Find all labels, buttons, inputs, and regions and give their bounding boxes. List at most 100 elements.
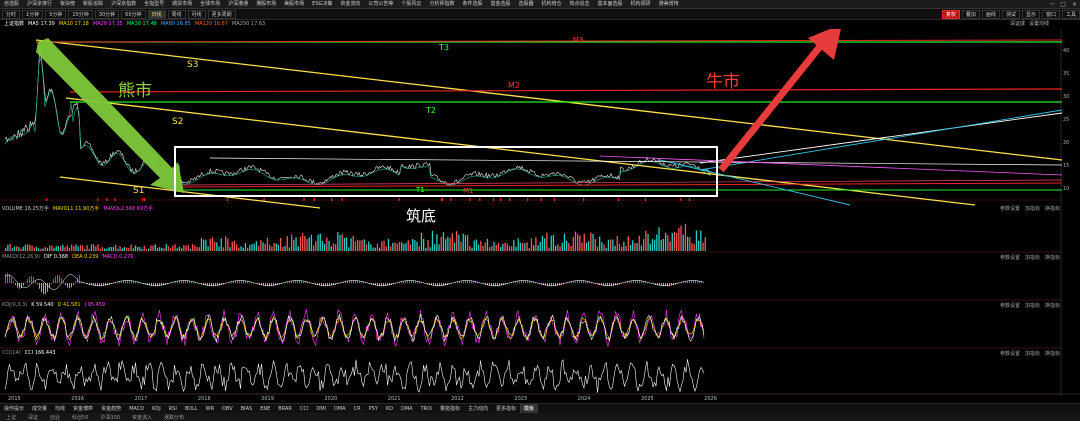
period-tab[interactable]: 月线 bbox=[187, 9, 206, 19]
indicator-tab[interactable]: PSY bbox=[365, 404, 382, 413]
indicator-tab[interactable]: 操作提示 bbox=[0, 404, 28, 413]
menu-item[interactable]: 个股风云 bbox=[397, 0, 425, 8]
indicator-tab[interactable]: TRIX bbox=[417, 404, 436, 413]
period-tab[interactable]: 日线 bbox=[147, 9, 166, 19]
indicator-tab[interactable]: 均线 bbox=[51, 404, 69, 413]
status-item[interactable]: 创业 bbox=[44, 414, 66, 421]
indicator-tab[interactable]: MACD bbox=[125, 404, 148, 413]
panel-button[interactable]: 换指标 bbox=[1045, 303, 1060, 309]
indicator-tab[interactable]: BRAR bbox=[274, 404, 296, 413]
period-tab[interactable]: 1分钟 bbox=[22, 9, 44, 19]
indicator-tab[interactable]: BOLL bbox=[181, 404, 202, 413]
menu-item[interactable]: 港股市场 bbox=[252, 0, 280, 8]
indicator-tab[interactable]: DMI bbox=[312, 404, 330, 413]
status-item[interactable]: 资金流入 bbox=[126, 414, 158, 421]
menu-item[interactable]: 公司公告等 bbox=[364, 0, 397, 8]
menu-item[interactable]: 条件选股 bbox=[458, 0, 486, 8]
period-tab[interactable]: 30分钟 bbox=[94, 9, 120, 19]
status-item[interactable]: 深证 bbox=[22, 414, 44, 421]
indicator-tab[interactable]: 资金趋势 bbox=[97, 404, 125, 413]
indicator-tab[interactable]: 资金博弈 bbox=[69, 404, 97, 413]
panel-button[interactable]: 参数设置 bbox=[1000, 351, 1020, 357]
toolbar-button[interactable]: 测试 bbox=[1001, 9, 1020, 19]
panel-button[interactable]: 参数设置 bbox=[1000, 255, 1020, 261]
menu-item[interactable]: 港美增持 bbox=[655, 0, 683, 8]
menu-item[interactable]: 分析师指数 bbox=[425, 0, 458, 8]
panel-button[interactable]: 换指标 bbox=[1045, 255, 1060, 261]
status-item[interactable]: 上证 bbox=[0, 414, 22, 421]
period-tab[interactable]: 分时 bbox=[2, 9, 21, 19]
menu-item[interactable]: 全指型号 bbox=[140, 0, 168, 8]
minimize-icon[interactable]: ─ bbox=[1048, 1, 1058, 8]
toolbar-button[interactable]: 画线 bbox=[981, 9, 1000, 19]
status-item[interactable]: 科创50 bbox=[66, 414, 94, 421]
macd-bar bbox=[609, 283, 610, 287]
menu-item[interactable]: 期货市场 bbox=[168, 0, 196, 8]
volume-bar bbox=[365, 244, 368, 251]
indicator-tab[interactable]: CCI bbox=[296, 404, 312, 413]
menu-item[interactable]: 全球市场 bbox=[196, 0, 224, 8]
menu-item[interactable]: 板块榜 bbox=[56, 0, 79, 8]
info-tag[interactable]: 设置均线 bbox=[1029, 21, 1049, 27]
info-tag[interactable]: 深证成 bbox=[1010, 21, 1025, 27]
toolbar-button[interactable]: 窗口 bbox=[1041, 9, 1060, 19]
indicator-tab[interactable]: OBV bbox=[218, 404, 237, 413]
status-item[interactable]: 涨跌分布 bbox=[158, 414, 190, 421]
menu-item[interactable]: 热点追击 bbox=[566, 0, 594, 8]
indicator-tab[interactable]: KD bbox=[382, 404, 397, 413]
indicator-tab[interactable]: DMA bbox=[330, 404, 350, 413]
panel-button[interactable]: 参数设置 bbox=[1000, 303, 1020, 309]
volume-bar bbox=[156, 247, 159, 251]
panel-button[interactable]: 加指标 bbox=[1025, 303, 1040, 309]
panel-button[interactable]: 换指标 bbox=[1045, 206, 1060, 212]
menu-item[interactable]: 资金流向 bbox=[336, 0, 364, 8]
menu-item[interactable]: 基金选股 bbox=[486, 0, 514, 8]
menu-item[interactable]: 选股器 bbox=[514, 0, 537, 8]
menu-item[interactable]: 沪深京指数 bbox=[107, 0, 140, 8]
volume-bar bbox=[66, 245, 68, 251]
indicator-tab[interactable]: 主力动向 bbox=[464, 404, 492, 413]
toolbar-button[interactable]: 工具 bbox=[1061, 9, 1080, 19]
menu-item[interactable]: ESG决策 bbox=[308, 0, 336, 8]
menu-item[interactable]: 新股追踪 bbox=[79, 0, 107, 8]
maximize-icon[interactable]: □ bbox=[1057, 1, 1069, 8]
panel-button[interactable]: 加指标 bbox=[1025, 206, 1040, 212]
volume-bar bbox=[594, 239, 596, 251]
toolbar-button[interactable]: 显示 bbox=[1021, 9, 1040, 19]
status-item[interactable]: 沪深300 bbox=[94, 414, 126, 421]
indicator-tab[interactable]: DMA bbox=[397, 404, 417, 413]
period-tab[interactable]: 周线 bbox=[167, 9, 186, 19]
volume-bar bbox=[220, 238, 222, 251]
volume-bar bbox=[530, 238, 533, 251]
menu-item[interactable]: 机构调研 bbox=[627, 0, 655, 8]
indicator-tab[interactable]: KDJ bbox=[148, 404, 165, 413]
menu-item[interactable]: 自选股 bbox=[0, 0, 23, 8]
indicator-tab[interactable]: CR bbox=[350, 404, 365, 413]
indicator-tab[interactable]: 量能指标 bbox=[436, 404, 464, 413]
menu-item[interactable]: 基本面选股 bbox=[594, 0, 627, 8]
volume-bar bbox=[244, 243, 247, 251]
menu-item[interactable]: 沪深港通 bbox=[224, 0, 252, 8]
panel-button[interactable]: 加指标 bbox=[1025, 351, 1040, 357]
indicator-tab[interactable]: WR bbox=[202, 404, 218, 413]
period-tab[interactable]: 15分钟 bbox=[68, 9, 93, 19]
toolbar-button[interactable]: 复权 bbox=[941, 9, 960, 19]
menu-item[interactable]: 机构增仓 bbox=[538, 0, 566, 8]
panel-button[interactable]: 换指标 bbox=[1045, 351, 1060, 357]
indicator-tab[interactable]: 模板 bbox=[520, 404, 539, 413]
indicator-tab[interactable]: ENE bbox=[256, 404, 274, 413]
menu-item[interactable]: 沪深京排行 bbox=[23, 0, 56, 8]
indicator-tab[interactable]: 更多指标 bbox=[492, 404, 520, 413]
period-tab[interactable]: 5分钟 bbox=[45, 9, 67, 19]
indicator-tab[interactable]: RSI bbox=[165, 404, 181, 413]
kline-chart[interactable] bbox=[0, 29, 1080, 396]
indicator-tab[interactable]: BIAS bbox=[237, 404, 257, 413]
period-tab[interactable]: 60分钟 bbox=[121, 9, 146, 19]
panel-button[interactable]: 加指标 bbox=[1025, 255, 1040, 261]
panel-button[interactable]: 参数设置 bbox=[1000, 206, 1020, 212]
period-tab[interactable]: 更多周期 bbox=[207, 9, 236, 19]
menu-item[interactable]: 美股市场 bbox=[280, 0, 308, 8]
close-icon[interactable]: ✕ bbox=[1069, 1, 1080, 8]
toolbar-button[interactable]: 叠加 bbox=[961, 9, 980, 19]
indicator-tab[interactable]: 成交量 bbox=[28, 404, 51, 413]
